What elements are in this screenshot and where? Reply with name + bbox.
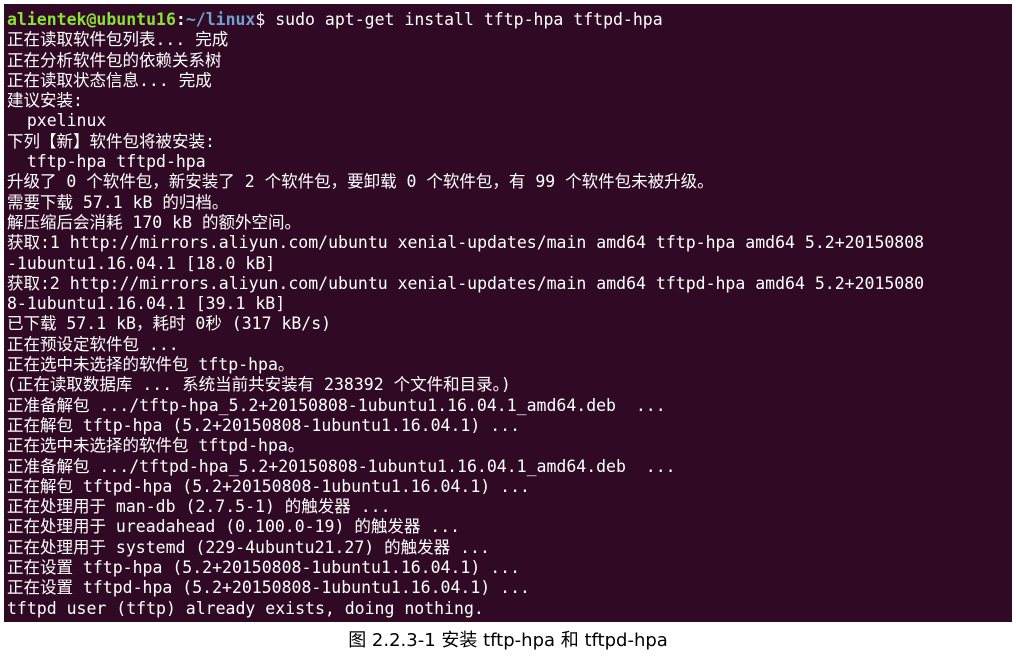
output-line: pxelinux — [7, 111, 107, 131]
output-line: 正在选中未选择的软件包 tftp-hpa。 — [7, 355, 295, 375]
prompt-user-host: alientek@ubuntu16 — [7, 10, 176, 29]
output-line: 正在选中未选择的软件包 tftpd-hpa。 — [7, 436, 305, 456]
terminal-window[interactable]: alientek@ubuntu16:~/linux$ sudo apt-get … — [4, 4, 1012, 622]
output-line: 需要下载 57.1 kB 的归档。 — [7, 192, 229, 212]
output-line: (正在读取数据库 ... 系统当前共安装有 238392 个文件和目录。) — [7, 375, 511, 395]
output-line: 正在读取状态信息... 完成 — [7, 70, 212, 90]
output-line: tftpd user (tftp) already exists, doing … — [7, 598, 484, 618]
output-line: 正在设置 tftpd-hpa (5.2+20150808-1ubuntu1.16… — [7, 578, 530, 598]
output-line: 升级了 0 个软件包，新安装了 2 个软件包，要卸载 0 个软件包，有 99 个… — [7, 172, 714, 192]
output-line: 正在处理用于 systemd (229-4ubuntu21.27) 的触发器 .… — [7, 537, 490, 557]
figure-caption: 图 2.2.3-1 安装 tftp-hpa 和 tftpd-hpa — [348, 630, 668, 651]
prompt-symbol: $ — [255, 10, 266, 29]
output-line: 正在处理用于 ureadahead (0.100.0-19) 的触发器 ... — [7, 517, 461, 537]
prompt-line: alientek@ubuntu16:~/linux$ sudo apt-get … — [7, 10, 1009, 30]
prompt-path: ~/linux — [185, 10, 256, 29]
output-line: 建议安装: — [7, 91, 83, 111]
output-line: 解压缩后会消耗 170 kB 的额外空间。 — [7, 212, 301, 232]
output-line: 正在预设定软件包 ... — [7, 334, 179, 354]
output-line: tftp-hpa tftpd-hpa — [7, 152, 206, 172]
output-line: 正在解包 tftp-hpa (5.2+20150808-1ubuntu1.16.… — [7, 415, 521, 435]
output-line: 获取:2 http://mirrors.aliyun.com/ubuntu xe… — [7, 273, 925, 293]
output-line: 正在设置 tftp-hpa (5.2+20150808-1ubuntu1.16.… — [7, 558, 521, 578]
output-line: 已下载 57.1 kB，耗时 0秒 (317 kB/s) — [7, 314, 332, 334]
output-line: -1ubuntu1.16.04.1 [18.0 kB] — [7, 253, 276, 273]
output-line: 正在读取软件包列表... 完成 — [7, 30, 229, 50]
prompt-command: sudo apt-get install tftp-hpa tftpd-hpa — [265, 10, 663, 29]
prompt-colon: : — [175, 10, 186, 29]
output-line: 正在处理用于 man-db (2.7.5-1) 的触发器 ... — [7, 497, 391, 517]
output-line: 正准备解包 .../tftpd-hpa_5.2+20150808-1ubuntu… — [7, 456, 676, 476]
output-line: 下列【新】软件包将被安装: — [7, 131, 215, 151]
output-line: 正在解包 tftpd-hpa (5.2+20150808-1ubuntu1.16… — [7, 476, 530, 496]
output-line: 获取:1 http://mirrors.aliyun.com/ubuntu xe… — [7, 233, 925, 253]
output-line: 8-1ubuntu1.16.04.1 [39.1 kB] — [7, 294, 286, 314]
output-line: 正准备解包 .../tftp-hpa_5.2+20150808-1ubuntu1… — [7, 395, 666, 415]
output-line: 正在分析软件包的依赖关系树 — [7, 50, 222, 70]
